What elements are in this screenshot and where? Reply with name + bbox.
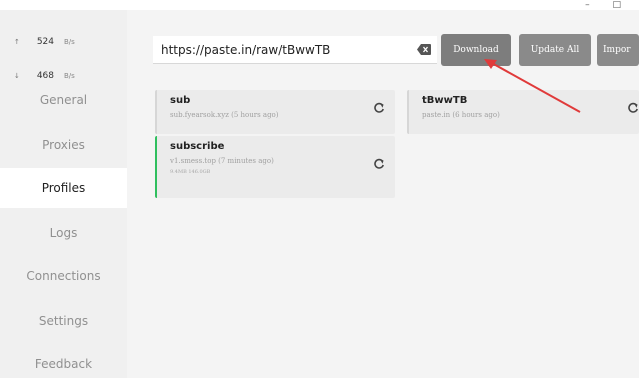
sidebar-item-general[interactable]: General: [0, 80, 127, 120]
download-arrow-icon: ↓: [14, 72, 20, 80]
profile-meta: v1.smess.top (7 minutes ago): [170, 157, 274, 165]
profile-card-sub[interactable]: sub sub.fyearsok.xyz (5 hours ago): [155, 90, 395, 134]
upload-value: 524: [36, 37, 54, 47]
profile-name: tBwwTB: [422, 95, 468, 106]
refresh-icon[interactable]: [373, 102, 385, 114]
sidebar-item-feedback[interactable]: Feedback: [0, 344, 127, 378]
profile-card-tbwwtb[interactable]: tBwwTB paste.in (6 hours ago): [407, 90, 639, 134]
profile-meta: paste.in (6 hours ago): [422, 111, 500, 119]
profile-url-input[interactable]: [153, 36, 437, 64]
sidebar-item-label: Proxies: [42, 138, 85, 152]
profile-meta: sub.fyearsok.xyz (5 hours ago): [170, 111, 279, 119]
refresh-icon[interactable]: [627, 102, 639, 114]
upload-arrow-icon: ↑: [14, 38, 20, 46]
minimize-icon[interactable]: –: [585, 0, 600, 10]
traffic-monitor: ↑ 524 B/s ↓ 468 B/s: [0, 22, 127, 86]
download-unit: B/s: [64, 72, 75, 80]
sidebar-item-connections[interactable]: Connections: [0, 256, 127, 296]
sidebar-item-label: Profiles: [41, 181, 86, 195]
backspace-icon[interactable]: [417, 44, 431, 55]
sidebar-item-settings[interactable]: Settings: [0, 301, 127, 341]
upload-speed: ↑ 524 B/s: [14, 37, 75, 47]
profile-name: subscribe: [170, 141, 225, 152]
profile-card-subscribe[interactable]: subscribe v1.smess.top (7 minutes ago) 9…: [155, 136, 395, 198]
upload-unit: B/s: [64, 38, 75, 46]
window-titlebar: – □: [0, 0, 639, 10]
sidebar: ↑ 524 B/s ↓ 468 B/s General Proxies Prof…: [0, 10, 127, 378]
maximize-icon[interactable]: □: [612, 0, 631, 10]
window-controls[interactable]: – □: [585, 0, 631, 10]
sidebar-item-label: Settings: [38, 314, 89, 328]
sidebar-item-logs[interactable]: Logs: [0, 213, 127, 253]
sidebar-item-label: Logs: [49, 226, 78, 240]
profile-name: sub: [170, 95, 191, 106]
refresh-icon[interactable]: [373, 158, 385, 170]
download-button[interactable]: Download: [441, 34, 511, 66]
update-all-button[interactable]: Update All: [519, 34, 591, 66]
profile-usage: 9.4MB 146.0GB: [170, 169, 211, 175]
sidebar-item-profiles[interactable]: Profiles: [0, 168, 127, 208]
sidebar-item-label: Feedback: [34, 357, 93, 371]
sidebar-item-label: Connections: [26, 269, 101, 283]
profiles-panel: Download Update All Impor sub sub.fyears…: [127, 10, 639, 378]
sidebar-item-label: General: [39, 93, 88, 107]
sidebar-item-proxies[interactable]: Proxies: [0, 125, 127, 165]
import-button[interactable]: Impor: [597, 34, 639, 66]
